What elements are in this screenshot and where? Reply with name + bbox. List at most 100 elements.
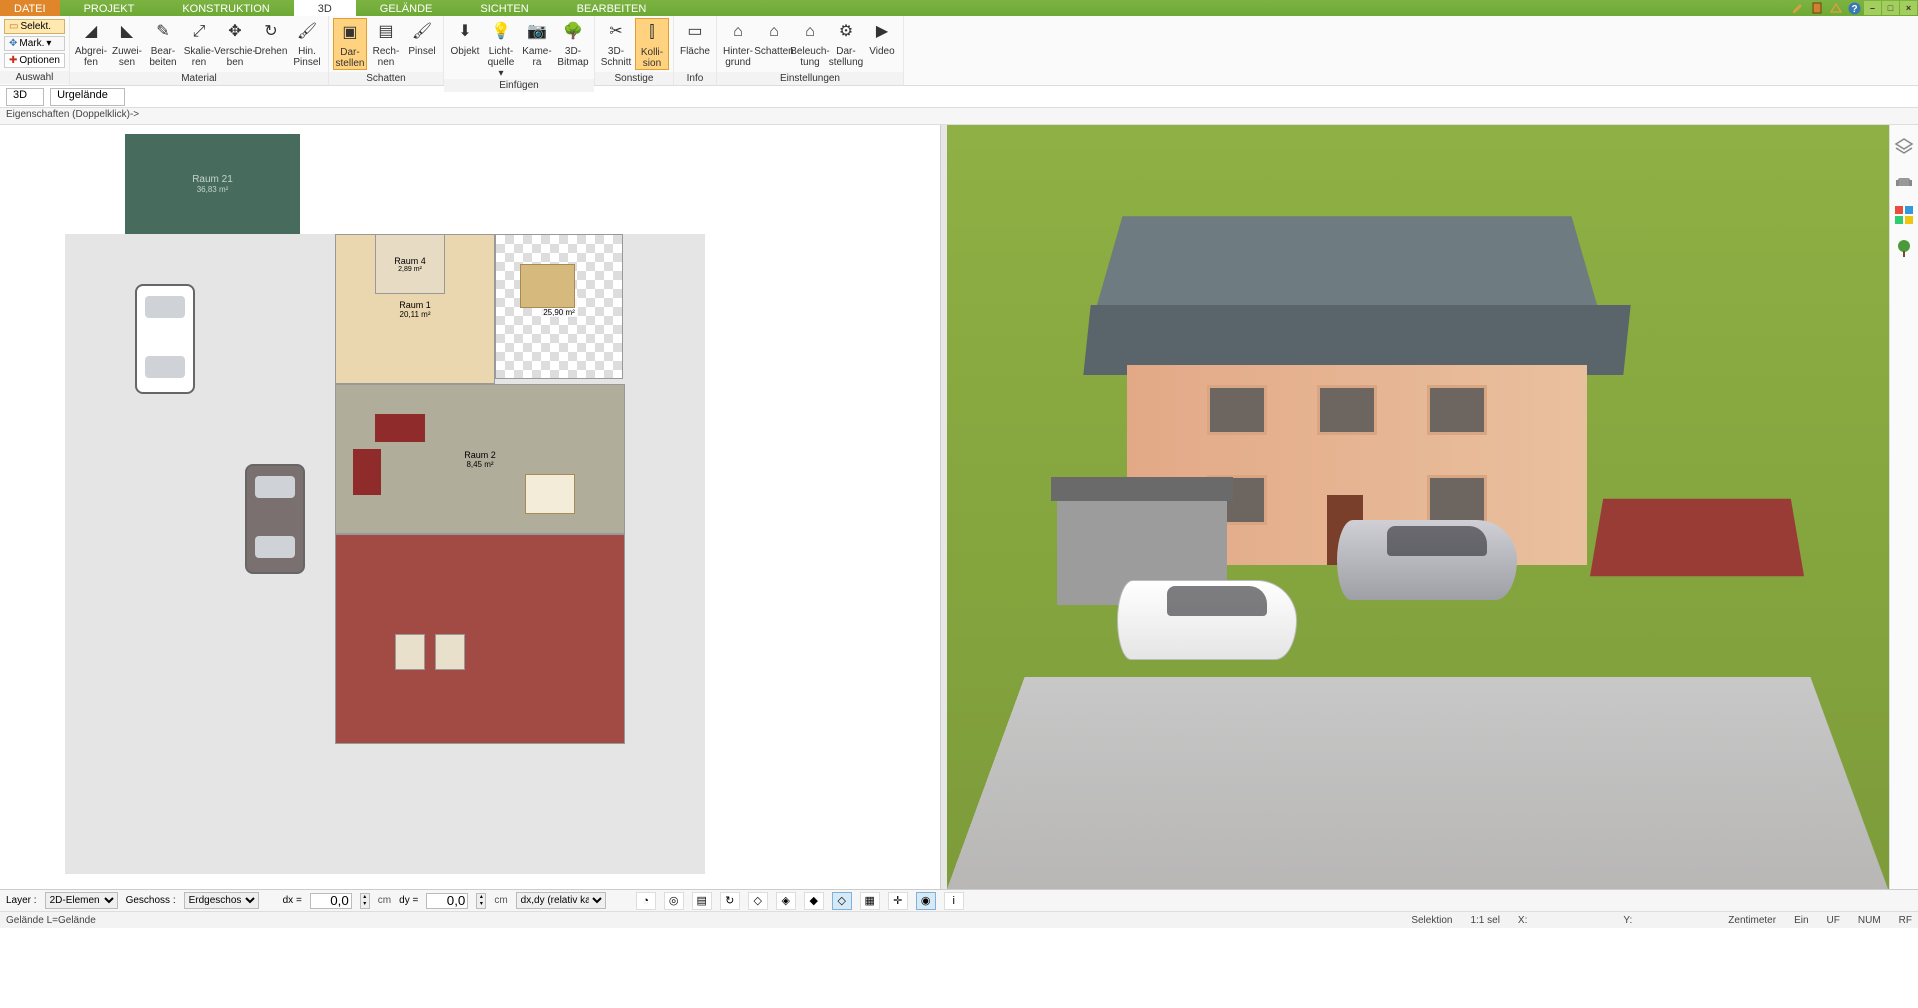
minimize-button[interactable]: – [1864, 1, 1881, 15]
ribbon-tool[interactable]: ▶Video [865, 18, 899, 57]
ribbon-tool[interactable]: ↻Drehen [254, 18, 288, 57]
dy-spin[interactable]: ▴▾ [476, 893, 486, 909]
ribbon-tool[interactable]: 🌳3D-Bitmap [556, 18, 590, 68]
ribbon-tool[interactable]: 🖌Hin.Pinsel [290, 18, 324, 68]
target-icon[interactable]: ◎ [664, 892, 684, 910]
tab-bearbeiten[interactable]: BEARBEITEN [553, 0, 671, 16]
ribbon-tool[interactable]: ⌂Beleuch-tung [793, 18, 827, 68]
tree-icon[interactable] [1894, 239, 1914, 259]
ribbon-tool[interactable]: ⌂Hinter-grund [721, 18, 755, 68]
house-3d [1067, 195, 1627, 575]
group-label-schatten: Schatten [329, 72, 443, 85]
optionen-button[interactable]: ✚Optionen [4, 53, 65, 68]
selekt-button[interactable]: ▭Selekt. [4, 19, 65, 34]
ribbon-tool[interactable]: 📷Kame-ra [520, 18, 554, 68]
refresh-icon[interactable]: ↻ [720, 892, 740, 910]
furniture-icon[interactable] [1894, 171, 1914, 191]
axes-icon[interactable]: ✛ [888, 892, 908, 910]
ribbon-tool[interactable]: ◢Abgrei-fen [74, 18, 108, 68]
group-label-einstellungen: Einstellungen [717, 72, 903, 85]
snap-d-icon[interactable]: ◇ [832, 892, 852, 910]
layer-select[interactable]: 2D-Elemen [45, 892, 118, 909]
ribbon-tool[interactable]: ⤢Skalie-ren [182, 18, 216, 68]
view-2d[interactable]: Raum 21 36,83 m² Raum 1 20,11 m² Raum 4 … [0, 125, 941, 889]
ribbon-tool[interactable]: 💡Licht-quelle ▾ [484, 18, 518, 79]
dy-label: dy = [399, 895, 418, 906]
ribbon-tool[interactable]: ▭Fläche [678, 18, 712, 57]
ribbon-group-sonstige: ✂3D-Schnitt⫿Kolli-sion Sonstige [595, 16, 674, 85]
layers-icon[interactable] [1894, 137, 1914, 157]
palette-icon[interactable] [1894, 205, 1914, 225]
car-grey-3d [1337, 520, 1517, 600]
ribbon: ▭Selekt. ✥Mark.▾ ✚Optionen Auswahl ◢Abgr… [0, 16, 1918, 86]
dx-unit: cm [378, 895, 391, 906]
roof-icon[interactable] [1828, 1, 1843, 15]
car-white-3d [1117, 580, 1297, 660]
menubar: DATEI PROJEKT KONSTRUKTION 3D GELÄNDE SI… [0, 0, 1918, 16]
info-icon[interactable]: i [944, 892, 964, 910]
tab-datei[interactable]: DATEI [0, 0, 60, 16]
ribbon-tool[interactable]: ✎Bear-beiten [146, 18, 180, 68]
view-3d[interactable] [947, 125, 1888, 889]
ribbon-tool[interactable]: ⫿Kolli-sion [635, 18, 669, 70]
stack-icon[interactable]: ▤ [692, 892, 712, 910]
tab-konstruktion[interactable]: KONSTRUKTION [158, 0, 293, 16]
statusbar: Gelände L=Gelände Selektion 1:1 sel X: Y… [0, 911, 1918, 928]
dx-spin[interactable]: ▴▾ [360, 893, 370, 909]
table-2 [525, 474, 575, 514]
group-label-sonstige: Sonstige [595, 72, 673, 85]
status-left: Gelände L=Gelände [6, 915, 96, 926]
terrace-3d [1590, 499, 1804, 576]
ribbon-tool[interactable]: ▤Rech-nen [369, 18, 403, 68]
ribbon-tool[interactable]: ✂3D-Schnitt [599, 18, 633, 68]
sofa-1 [375, 414, 425, 442]
status-ratio: 1:1 sel [1470, 915, 1499, 926]
pencil-icon[interactable] [1790, 1, 1805, 15]
ribbon-tool[interactable]: ⚙Dar-stellung [829, 18, 863, 68]
snap-b-icon[interactable]: ◈ [776, 892, 796, 910]
grid-icon[interactable]: ▦ [860, 892, 880, 910]
group-label-material: Material [70, 72, 328, 85]
help-icon[interactable]: ? [1847, 1, 1862, 15]
room-4[interactable]: Raum 4 2,89 m² [375, 234, 445, 294]
geschoss-select[interactable]: Erdgeschos [184, 892, 259, 909]
bottom-toolbar: Layer : 2D-Elemen Geschoss : Erdgeschos … [0, 889, 1918, 911]
terrace[interactable] [335, 534, 625, 744]
close-button[interactable]: × [1900, 1, 1917, 15]
status-rf: RF [1899, 915, 1912, 926]
tab-projekt[interactable]: PROJEKT [60, 0, 159, 16]
door-icon[interactable] [1809, 1, 1824, 15]
group-label-auswahl: Auswahl [0, 71, 69, 84]
viewkind-dropdown[interactable]: 3D [6, 88, 44, 106]
side-palette [1889, 125, 1918, 889]
ribbon-tool[interactable]: ⬇Objekt [448, 18, 482, 57]
floorplan-canvas[interactable]: Raum 21 36,83 m² Raum 1 20,11 m² Raum 4 … [65, 134, 705, 874]
mark-dropdown[interactable]: ✥Mark.▾ [4, 36, 65, 51]
svg-text:?: ? [1851, 4, 1857, 15]
status-selektion: Selektion [1411, 915, 1452, 926]
dx-input[interactable] [310, 893, 352, 909]
group-label-einfuegen: Einfügen [444, 79, 594, 92]
clock-icon[interactable]: ◔ [636, 892, 656, 910]
tab-sichten[interactable]: SICHTEN [456, 0, 552, 16]
snap-c-icon[interactable]: ◆ [804, 892, 824, 910]
ribbon-tool[interactable]: ◣Zuwei-sen [110, 18, 144, 68]
status-ein: Ein [1794, 915, 1808, 926]
snap-a-icon[interactable]: ◇ [748, 892, 768, 910]
room-21[interactable]: Raum 21 36,83 m² [125, 134, 300, 234]
status-num: NUM [1858, 915, 1881, 926]
terrain-dropdown[interactable]: Urgelände [50, 88, 125, 106]
maximize-button[interactable]: □ [1882, 1, 1899, 15]
ribbon-tool[interactable]: ⌂Schatten [757, 18, 791, 57]
snap-ring-icon[interactable]: ◉ [916, 892, 936, 910]
tab-gelaende[interactable]: GELÄNDE [356, 0, 457, 16]
relativ-select[interactable]: dx,dy (relativ ka [516, 892, 606, 909]
properties-hint[interactable]: Eigenschaften (Doppelklick)-> [0, 108, 1918, 125]
ribbon-tool[interactable]: ✥Verschie-ben [218, 18, 252, 68]
status-uf: UF [1827, 915, 1840, 926]
dy-input[interactable] [426, 893, 468, 909]
tab-3d[interactable]: 3D [294, 0, 356, 16]
layer-label: Layer : [6, 895, 37, 906]
ribbon-tool[interactable]: ▣Dar-stellen [333, 18, 367, 70]
ribbon-tool[interactable]: 🖌Pinsel [405, 18, 439, 57]
